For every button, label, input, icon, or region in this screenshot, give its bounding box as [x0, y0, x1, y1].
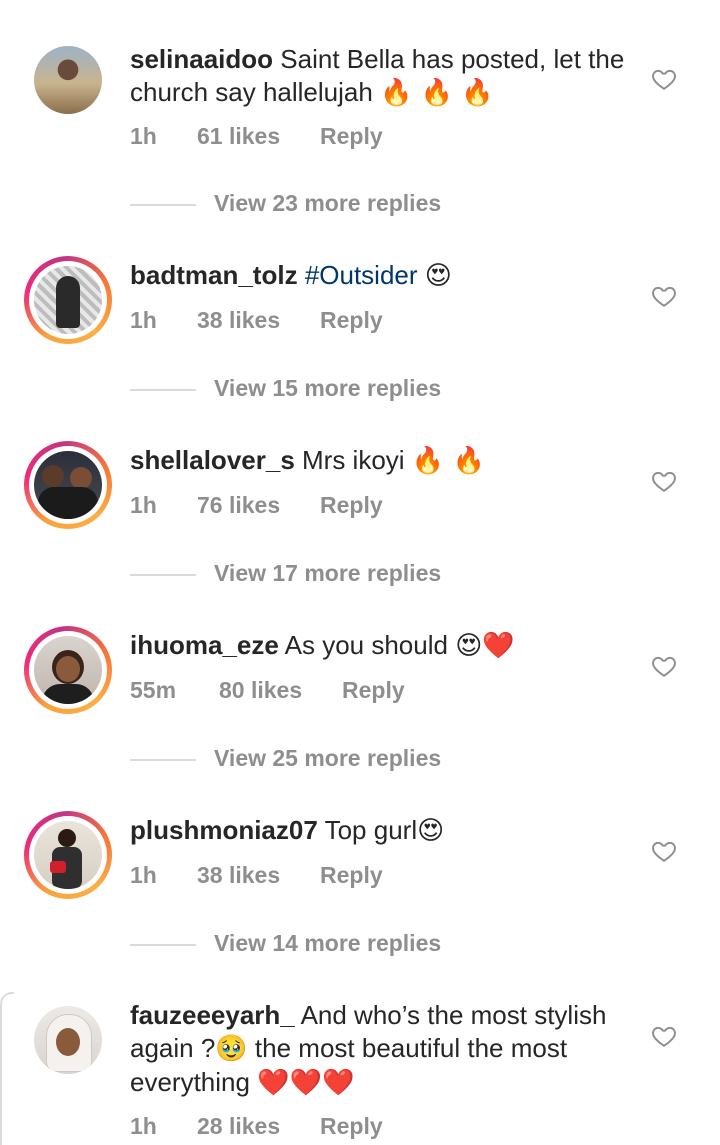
comment-text: plushmoniaz07 Top gurl😍: [130, 814, 635, 848]
comment-time: 1h: [130, 862, 157, 888]
comment-text: shellalover_s Mrs ikoyi 🔥 🔥: [130, 444, 635, 478]
username[interactable]: selinaaidoo: [130, 44, 273, 74]
heart-outline-icon[interactable]: [651, 468, 677, 494]
view-replies-label[interactable]: View 17 more replies: [214, 560, 441, 587]
reply-button[interactable]: Reply: [320, 862, 383, 889]
comment-body: As you should: [284, 630, 448, 660]
comment-text: ihuoma_eze As you should 😍❤️: [130, 629, 635, 663]
comment-meta: 1h 38 likes Reply: [130, 307, 383, 334]
avatar-photo: [34, 821, 102, 889]
reply-button[interactable]: Reply: [320, 1113, 383, 1140]
heart-outline-icon[interactable]: [651, 1023, 677, 1049]
comment-text: selinaaidoo Saint Bella has posted, let …: [130, 43, 635, 110]
view-replies-label[interactable]: View 15 more replies: [214, 375, 441, 402]
reply-button[interactable]: Reply: [320, 123, 383, 150]
comment-meta: 1h 61 likes Reply: [130, 123, 383, 150]
comment-time: 1h: [130, 492, 157, 518]
like-count[interactable]: 28 likes: [197, 1113, 320, 1140]
heart-outline-icon[interactable]: [651, 653, 677, 679]
username[interactable]: plushmoniaz07: [130, 815, 318, 845]
avatar[interactable]: [24, 36, 112, 124]
heart-eyes-emoji: 😍: [417, 816, 445, 846]
heart-eyes-emoji: 😍: [424, 261, 452, 291]
avatar-photo: [34, 1006, 102, 1074]
replies-divider: [130, 944, 196, 946]
like-count[interactable]: 80 likes: [219, 677, 342, 704]
replies-divider: [130, 759, 196, 761]
reply-button[interactable]: Reply: [342, 677, 405, 704]
replies-divider: [130, 204, 196, 206]
avatar-photo: [34, 451, 102, 519]
username[interactable]: ihuoma_eze: [130, 630, 279, 660]
avatar[interactable]: [24, 996, 112, 1084]
avatar[interactable]: [24, 441, 112, 529]
like-count[interactable]: 61 likes: [197, 123, 320, 150]
replies-divider: [130, 389, 196, 391]
heart-outline-icon[interactable]: [651, 66, 677, 92]
comment-body: Mrs ikoyi: [302, 445, 405, 475]
comment-time: 1h: [130, 1113, 157, 1139]
comment-time: 1h: [130, 123, 157, 149]
heart-outline-icon[interactable]: [651, 838, 677, 864]
comment-meta: 1h 38 likes Reply: [130, 862, 383, 889]
avatar-photo: [34, 266, 102, 334]
replies-divider: [130, 574, 196, 576]
comment-meta: 55m 80 likes Reply: [130, 677, 405, 704]
comment-text: badtman_tolz #Outsider 😍: [130, 259, 635, 293]
avatar[interactable]: [24, 256, 112, 344]
username[interactable]: badtman_tolz: [130, 260, 298, 290]
reply-button[interactable]: Reply: [320, 307, 383, 334]
view-replies-label[interactable]: View 25 more replies: [214, 745, 441, 772]
swipe-edge-indicator: [0, 992, 14, 1145]
avatar[interactable]: [24, 626, 112, 714]
fire-emoji: 🔥 🔥: [411, 446, 485, 476]
hashtag-link[interactable]: #Outsider: [305, 260, 418, 290]
avatar-photo: [34, 636, 102, 704]
like-count[interactable]: 38 likes: [197, 307, 320, 334]
avatar-photo: [34, 46, 102, 114]
comment-meta: 1h 28 likes Reply: [130, 1113, 383, 1140]
red-heart-emoji: ❤️❤️❤️: [257, 1068, 355, 1098]
like-count[interactable]: 38 likes: [197, 862, 320, 889]
holding-back-tears-emoji: 🥹: [215, 1034, 248, 1064]
comment-time: 55m: [130, 677, 177, 703]
reply-button[interactable]: Reply: [320, 492, 383, 519]
heart-outline-icon[interactable]: [651, 283, 677, 309]
username[interactable]: fauzeeeyarh_: [130, 1000, 295, 1030]
view-replies-label[interactable]: View 23 more replies: [214, 190, 441, 217]
view-replies-label[interactable]: View 14 more replies: [214, 930, 441, 957]
comment-meta: 1h 76 likes Reply: [130, 492, 383, 519]
comment-time: 1h: [130, 307, 157, 333]
like-count[interactable]: 76 likes: [197, 492, 320, 519]
heart-eyes-emoji: 😍❤️: [455, 631, 515, 661]
comment-body: Top gurl: [324, 815, 418, 845]
comment-text: fauzeeeyarh_ And who’s the most stylish …: [130, 999, 635, 1100]
username[interactable]: shellalover_s: [130, 445, 295, 475]
fire-emoji: 🔥 🔥 🔥: [380, 78, 494, 108]
avatar[interactable]: [24, 811, 112, 899]
